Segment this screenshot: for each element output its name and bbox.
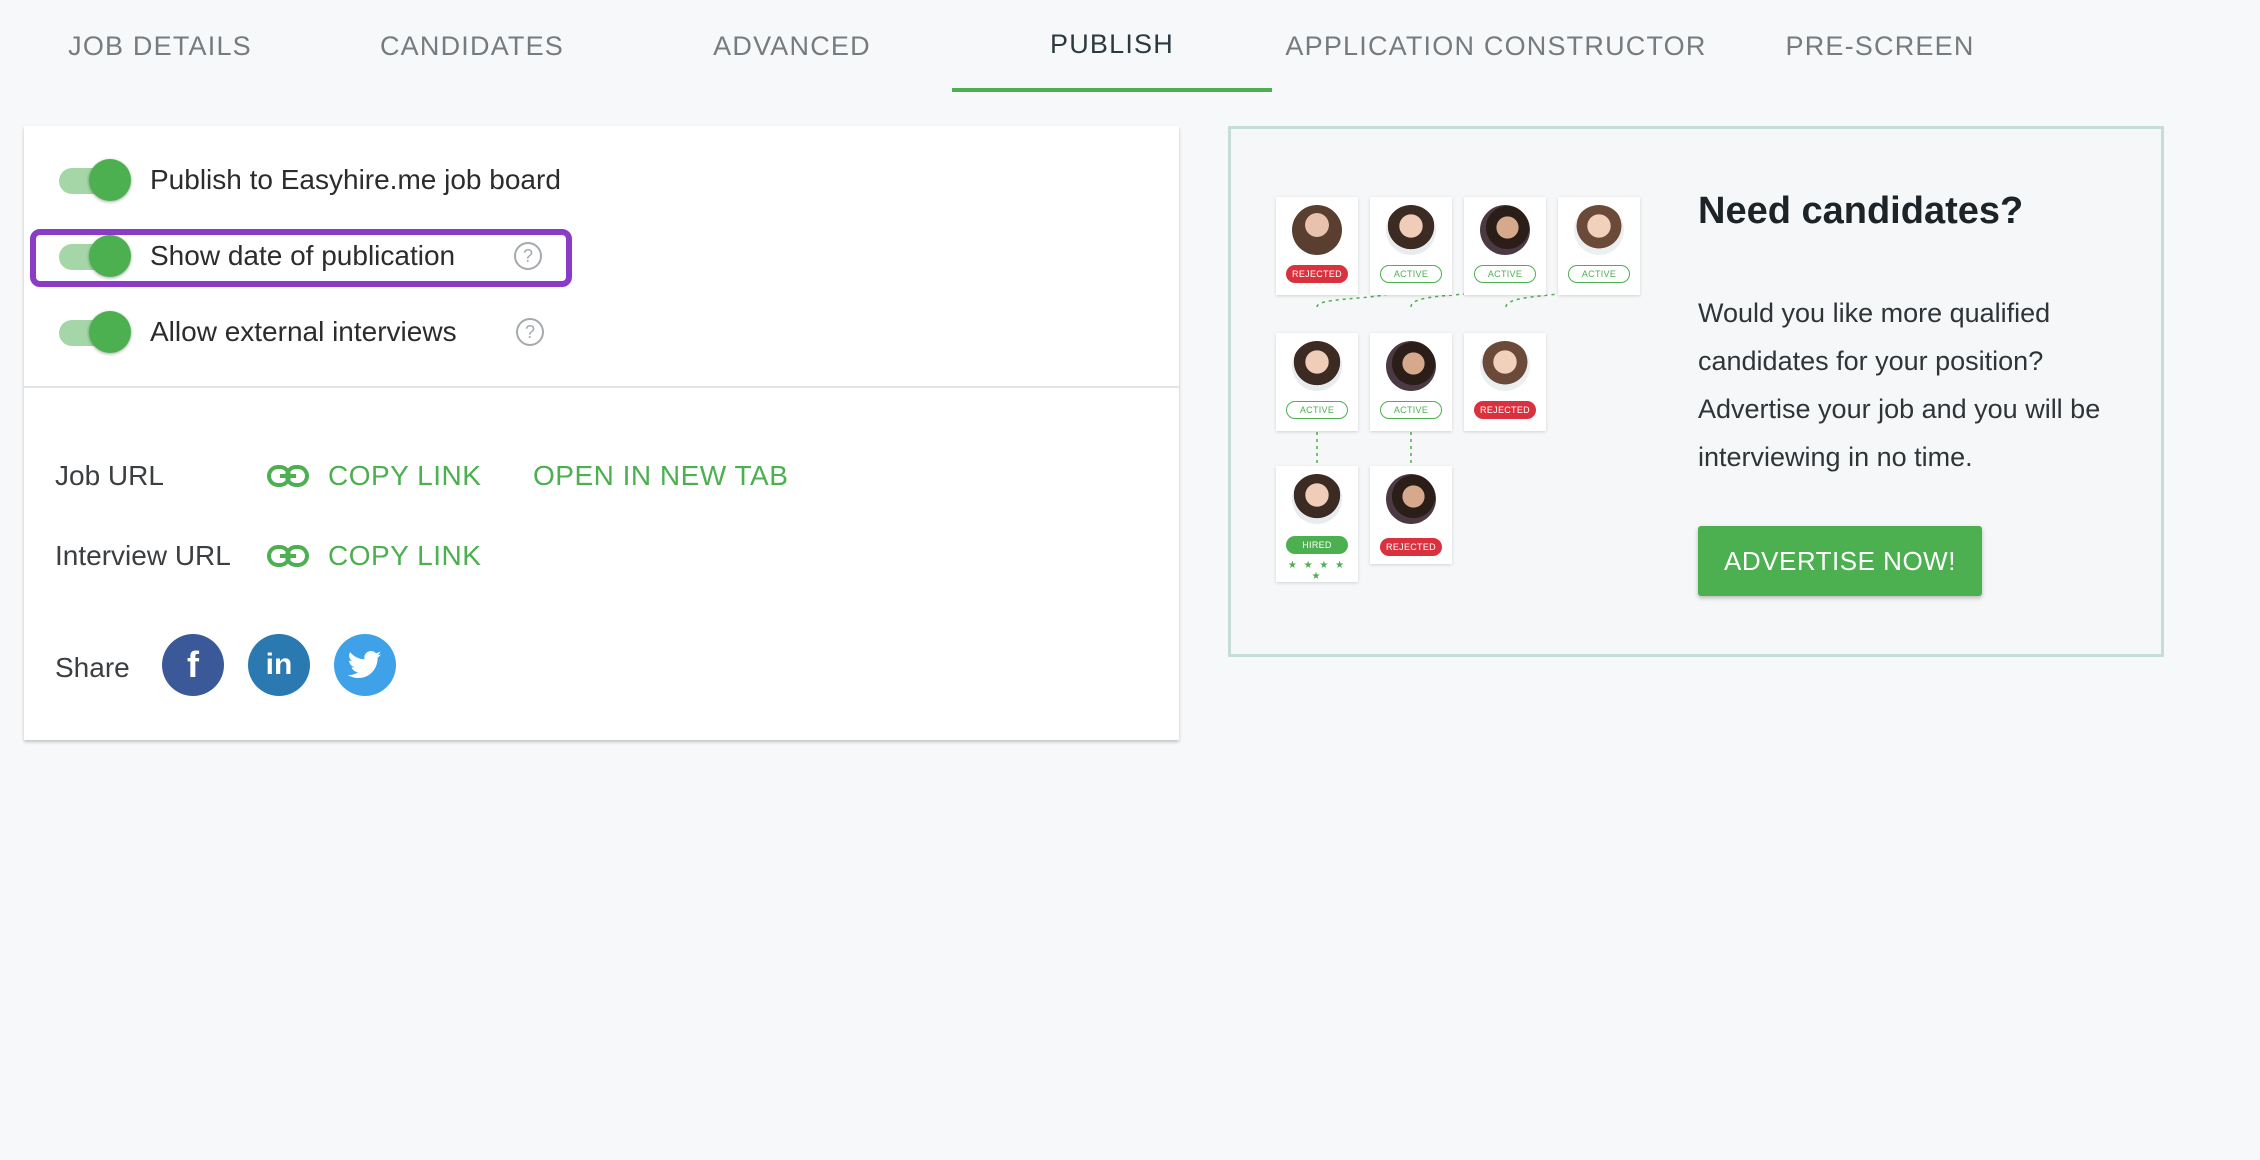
candidate-card: ACTIVE [1464, 197, 1546, 295]
open-new-tab-button[interactable]: OPEN IN NEW TAB [533, 460, 788, 492]
avatar [1386, 205, 1436, 255]
external-interviews-label: Allow external interviews [150, 316, 457, 347]
publish-board-row: Publish to Easyhire.me job board [57, 158, 561, 202]
candidate-card: ACTIVE [1558, 197, 1640, 295]
share-label: Share [55, 652, 130, 683]
status-badge: ACTIVE [1474, 265, 1536, 283]
linkedin-share-button[interactable]: in [248, 634, 310, 696]
rating-stars: ★ ★ ★ ★ ★ [1287, 560, 1347, 582]
tab-bar: JOB DETAILS CANDIDATES ADVANCED PUBLISH … [0, 0, 2260, 95]
status-badge: ACTIVE [1380, 265, 1442, 283]
job-copy-link-button[interactable]: COPY LINK [328, 460, 481, 492]
interview-url-label: Interview URL [55, 540, 231, 571]
promo-text: Would you like more qualified candidates… [1698, 298, 2101, 472]
tab-candidates[interactable]: CANDIDATES [312, 0, 632, 92]
divider [24, 386, 1179, 388]
status-badge: REJECTED [1286, 265, 1348, 283]
tab-publish[interactable]: PUBLISH [952, 0, 1272, 92]
interview-copy-link-button[interactable]: COPY LINK [328, 540, 481, 572]
avatar [1386, 474, 1436, 524]
advertise-now-button[interactable]: ADVERTISE NOW! [1698, 526, 1982, 596]
candidate-card: HIRED ★ ★ ★ ★ ★ [1276, 466, 1358, 582]
linkedin-icon: in [265, 648, 293, 681]
candidate-card: REJECTED [1370, 466, 1452, 564]
candidate-card: ACTIVE [1370, 333, 1452, 431]
promo-title: Need candidates? [1698, 190, 2024, 232]
facebook-share-button[interactable]: f [162, 634, 224, 696]
external-interviews-toggle[interactable] [57, 310, 133, 354]
status-badge: HIRED [1286, 536, 1348, 554]
publish-board-toggle[interactable] [57, 158, 133, 202]
status-badge: ACTIVE [1286, 401, 1348, 419]
tab-job-details[interactable]: JOB DETAILS [0, 0, 320, 92]
status-badge: REJECTED [1474, 401, 1536, 419]
link-icon[interactable] [267, 464, 309, 488]
avatar [1480, 205, 1530, 255]
highlight-box [30, 229, 572, 287]
candidate-card: REJECTED [1276, 197, 1358, 295]
job-url-label: Job URL [55, 460, 164, 491]
avatar [1480, 341, 1530, 391]
publish-settings-card: Publish to Easyhire.me job board Show da… [24, 126, 1179, 740]
status-badge: ACTIVE [1568, 265, 1630, 283]
external-interviews-row: Allow external interviews [57, 310, 457, 354]
tab-application-constructor[interactable]: APPLICATION CONSTRUCTOR [1276, 0, 1716, 92]
status-badge: REJECTED [1380, 538, 1442, 556]
avatar [1574, 205, 1624, 255]
candidate-card: ACTIVE [1370, 197, 1452, 295]
candidate-card: REJECTED [1464, 333, 1546, 431]
avatar [1386, 341, 1436, 391]
avatar [1292, 341, 1342, 391]
twitter-share-button[interactable] [334, 634, 396, 696]
status-badge: ACTIVE [1380, 401, 1442, 419]
tab-pre-screen[interactable]: PRE-SCREEN [1720, 0, 2040, 92]
facebook-icon: f [187, 644, 199, 685]
link-icon[interactable] [267, 544, 309, 568]
candidate-card: ACTIVE [1276, 333, 1358, 431]
tab-advanced[interactable]: ADVANCED [632, 0, 952, 92]
twitter-icon [348, 650, 382, 679]
avatar [1292, 205, 1342, 255]
avatar [1292, 474, 1342, 524]
publish-board-label: Publish to Easyhire.me job board [150, 164, 561, 195]
promo-box: REJECTED ACTIVE ACTIVE ACTIVE ACTIVE ACT… [1228, 126, 2164, 657]
external-interviews-help-icon[interactable]: ? [516, 318, 544, 346]
